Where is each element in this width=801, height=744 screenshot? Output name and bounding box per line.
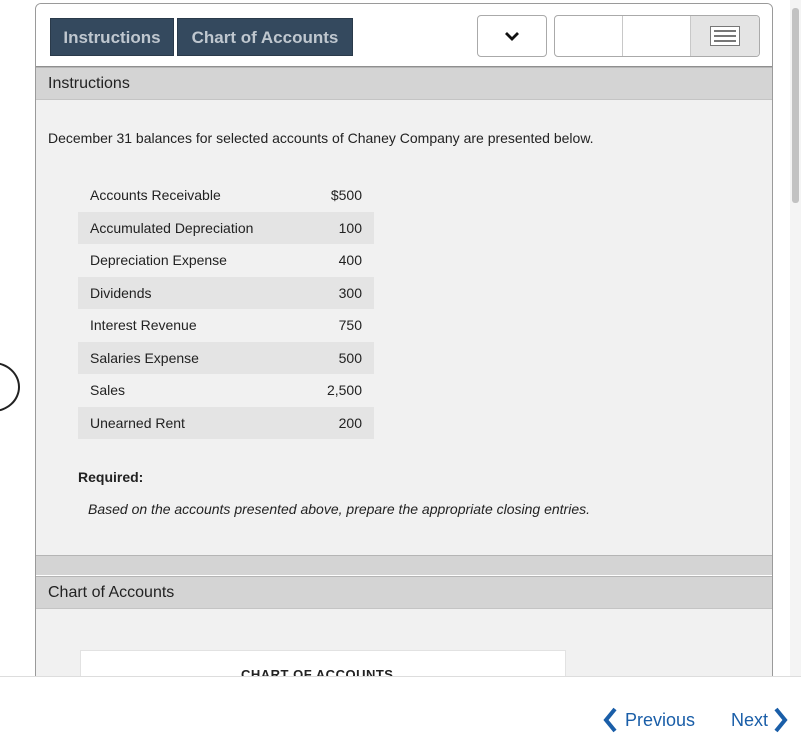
account-name: Sales: [90, 382, 126, 399]
table-row: Interest Revenue 750: [78, 309, 374, 342]
circle-button[interactable]: [0, 362, 20, 412]
section-title: Chart of Accounts: [36, 576, 772, 609]
account-amount: 200: [310, 406, 374, 439]
table-row: Unearned Rent 200: [78, 406, 374, 439]
workspace-panel: Instructions Chart of Accounts Instructi…: [35, 3, 773, 685]
account-amount: 2,500: [326, 382, 362, 399]
account-name: Dividends: [78, 276, 310, 309]
table-row: Depreciation Expense 400: [78, 244, 374, 277]
table-row: Accounts Receivable $500: [78, 179, 374, 212]
section-title: Instructions: [36, 67, 772, 100]
section-divider: [36, 555, 772, 575]
dropdown-button[interactable]: [477, 15, 547, 57]
required-heading: Required:: [78, 469, 144, 485]
scrollbar-thumb[interactable]: [792, 8, 799, 203]
account-amount: 750: [338, 317, 362, 334]
table-row: Accumulated Depreciation 100: [78, 211, 374, 244]
chevron-down-icon: [505, 32, 519, 41]
account-amount: $500: [330, 187, 362, 204]
table-row: Sales 2,500: [78, 374, 374, 407]
next-label: Next: [731, 709, 769, 730]
next-button[interactable]: Next: [731, 707, 788, 733]
view-option-button-1[interactable]: [555, 16, 623, 56]
account-name: Accumulated Depreciation: [78, 211, 310, 244]
scrollbar[interactable]: [790, 0, 801, 676]
bottom-navigation: Previous Next: [0, 676, 801, 744]
account-name: Accounts Receivable: [90, 187, 221, 204]
account-name: Salaries Expense: [78, 341, 310, 374]
tab-chart-of-accounts[interactable]: Chart of Accounts: [177, 18, 353, 56]
account-name: Unearned Rent: [78, 406, 310, 439]
view-button-group: [554, 15, 760, 57]
required-text: Based on the accounts presented above, p…: [88, 501, 590, 517]
table-row: Salaries Expense 500: [78, 341, 374, 374]
table-row: Dividends 300: [78, 276, 374, 309]
previous-button[interactable]: Previous: [603, 707, 695, 733]
menu-icon: [710, 26, 740, 46]
account-amount: 500: [310, 341, 374, 374]
account-name: Depreciation Expense: [90, 252, 227, 269]
menu-button[interactable]: [691, 16, 759, 56]
account-amount: 100: [310, 211, 374, 244]
chevron-right-icon: [774, 707, 788, 733]
tab-instructions[interactable]: Instructions: [50, 18, 174, 56]
account-amount: 300: [310, 276, 374, 309]
account-name: Interest Revenue: [90, 317, 197, 334]
account-amount: 400: [338, 252, 362, 269]
toolbar: Instructions Chart of Accounts: [36, 4, 772, 67]
chevron-left-icon: [603, 707, 617, 733]
account-balances-table: Accounts Receivable $500 Accumulated Depr…: [78, 179, 374, 439]
previous-label: Previous: [625, 709, 696, 730]
view-option-button-2[interactable]: [623, 16, 691, 56]
intro-text: December 31 balances for selected accoun…: [48, 130, 594, 146]
